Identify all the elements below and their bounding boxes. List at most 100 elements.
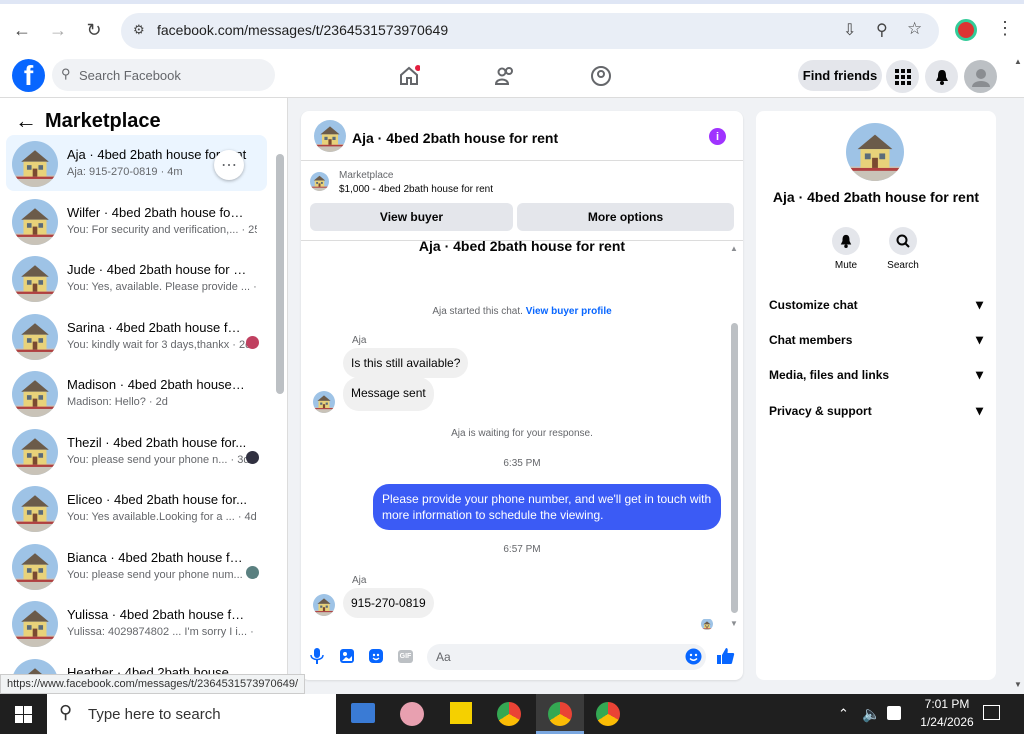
sender-avatar[interactable] bbox=[313, 594, 335, 616]
windows-taskbar: ⚲ Type here to search ⌃ 🔈 7:01 PM 1/24/2… bbox=[0, 694, 1024, 734]
thread-name: Yulissa · 4bed 2bath house for r... bbox=[67, 607, 247, 622]
zoom-icon[interactable]: ⚲ bbox=[876, 20, 888, 40]
chrome-icon[interactable] bbox=[596, 702, 620, 726]
search-conversation-button[interactable] bbox=[889, 227, 917, 255]
taskbar-search-input[interactable]: ⚲ Type here to search bbox=[47, 694, 336, 734]
groups-icon[interactable] bbox=[590, 65, 612, 87]
address-url[interactable]: facebook.com/messages/t/2364531573970649 bbox=[157, 22, 448, 38]
view-buyer-button[interactable]: View buyer bbox=[310, 203, 513, 231]
page-scroll-up-icon[interactable]: ▲ bbox=[1014, 57, 1022, 66]
view-buyer-profile-link[interactable]: View buyer profile bbox=[526, 306, 612, 317]
sticker-icon[interactable] bbox=[368, 648, 384, 664]
chat-started-note: Aja started this chat. View buyer profil… bbox=[301, 306, 743, 317]
thread-avatar bbox=[12, 486, 58, 532]
photo-icon[interactable] bbox=[339, 648, 355, 664]
tray-chevron-icon[interactable]: ⌃ bbox=[838, 706, 849, 722]
bookmark-star-icon[interactable]: ☆ bbox=[907, 19, 922, 39]
details-section[interactable]: Media, files and links ▾ bbox=[769, 366, 983, 382]
home-icon[interactable] bbox=[398, 65, 420, 87]
chrome-active-window[interactable] bbox=[536, 694, 584, 734]
mute-button[interactable] bbox=[832, 227, 860, 255]
message-input[interactable]: Aa bbox=[427, 644, 706, 670]
back-arrow-icon[interactable]: ← bbox=[15, 108, 37, 134]
details-title: Aja · 4bed 2bath house for rent bbox=[772, 189, 980, 205]
chrome-icon[interactable] bbox=[497, 702, 521, 726]
menu-grid-icon[interactable] bbox=[886, 60, 919, 93]
clock-time[interactable]: 7:01 PM bbox=[912, 697, 982, 711]
thread-item[interactable]: Yulissa · 4bed 2bath house for r... Yulis… bbox=[6, 595, 267, 651]
scroll-down-icon[interactable]: ▼ bbox=[730, 619, 738, 628]
bell-icon bbox=[840, 234, 852, 248]
read-receipt-avatar bbox=[246, 450, 259, 464]
microphone-icon[interactable] bbox=[310, 648, 324, 664]
thread-avatar bbox=[12, 428, 58, 475]
site-info-icon[interactable]: ⚙ bbox=[133, 22, 145, 38]
facebook-logo-icon[interactable]: f bbox=[12, 59, 45, 92]
thread-preview: Madison: Hello? · 2d bbox=[67, 396, 168, 408]
chat-details-panel: Aja · 4bed 2bath house for rent Mute Sea… bbox=[756, 111, 996, 680]
facebook-top-nav: f ⚲ Search Facebook Find friends bbox=[0, 53, 1024, 98]
outgoing-message-bubble[interactable]: Please provide your phone number, and we… bbox=[373, 484, 721, 530]
thread-name: Thezil · 4bed 2bath house for... bbox=[67, 434, 247, 450]
details-section[interactable]: Chat members ▾ bbox=[769, 331, 983, 347]
search-input[interactable]: ⚲ Search Facebook bbox=[52, 59, 275, 91]
back-icon[interactable]: ← bbox=[12, 20, 32, 40]
network-icon[interactable] bbox=[887, 706, 901, 720]
emoji-icon[interactable] bbox=[685, 648, 702, 665]
sidebar-scrollbar[interactable] bbox=[276, 154, 284, 394]
sender-avatar[interactable] bbox=[313, 391, 335, 413]
thread-item[interactable]: Thezil · 4bed 2bath house for... You: ple… bbox=[6, 423, 267, 479]
thread-name: Eliceo · 4bed 2bath house for... bbox=[67, 492, 247, 507]
thread-name: Sarina · 4bed 2bath house for... bbox=[67, 319, 247, 335]
gif-icon[interactable]: GIF bbox=[398, 650, 413, 663]
chat-avatar[interactable] bbox=[314, 120, 346, 152]
thread-item[interactable]: Madison · 4bed 2bath house fo... Madison:… bbox=[6, 365, 267, 421]
thumbs-up-icon[interactable] bbox=[716, 647, 735, 665]
volume-icon[interactable]: 🔈 bbox=[862, 705, 881, 723]
waiting-note: Aja is waiting for your response. bbox=[451, 428, 593, 439]
profile-avatar-icon[interactable] bbox=[955, 19, 977, 41]
scroll-up-icon[interactable]: ▲ bbox=[730, 244, 738, 253]
windows-start-icon[interactable] bbox=[15, 706, 32, 723]
menu-dots-icon[interactable]: ⋮ bbox=[996, 18, 1014, 39]
search-icon bbox=[896, 234, 910, 248]
details-section[interactable]: Privacy & support ▾ bbox=[769, 402, 983, 418]
timestamp: 6:57 PM bbox=[503, 544, 541, 555]
details-section[interactable]: Customize chat ▾ bbox=[769, 296, 983, 312]
message-bubble[interactable]: Is this still available? bbox=[343, 348, 469, 378]
forward-icon[interactable]: → bbox=[48, 20, 68, 40]
paint-icon[interactable] bbox=[400, 702, 424, 726]
thread-item[interactable]: Bianca · 4bed 2bath house for r... You: p… bbox=[6, 538, 267, 594]
friends-icon[interactable] bbox=[494, 65, 516, 87]
thread-item[interactable]: Jude · 4bed 2bath house for rent You: Yes… bbox=[6, 250, 267, 306]
file-explorer-icon[interactable] bbox=[351, 703, 375, 723]
page-scroll-down-icon[interactable]: ▼ bbox=[1014, 680, 1022, 689]
chat-scrollbar[interactable] bbox=[731, 323, 738, 613]
find-friends-button[interactable]: Find friends bbox=[798, 60, 882, 91]
notifications-bell-icon[interactable] bbox=[925, 60, 958, 93]
address-bar[interactable]: ⚙ facebook.com/messages/t/23645315739706… bbox=[121, 13, 939, 49]
message-bubble[interactable]: 915-270-0819 bbox=[343, 588, 434, 618]
install-icon[interactable]: ⇩ bbox=[843, 20, 856, 40]
thread-options-button[interactable]: ⋯ bbox=[214, 150, 244, 180]
listing-thumbnail[interactable] bbox=[310, 172, 329, 191]
details-avatar[interactable] bbox=[846, 123, 904, 181]
notification-center-icon[interactable] bbox=[983, 705, 1000, 720]
thread-avatar bbox=[12, 601, 58, 647]
thread-name: Madison · 4bed 2bath house fo... bbox=[67, 377, 247, 392]
listing-title[interactable]: $1,000 - 4bed 2bath house for rent bbox=[339, 184, 493, 195]
account-avatar-icon[interactable] bbox=[964, 60, 997, 93]
chat-title[interactable]: Aja · 4bed 2bath house for rent bbox=[352, 130, 558, 146]
thread-item[interactable]: Eliceo · 4bed 2bath house for... You: Yes… bbox=[6, 480, 267, 536]
thread-avatar bbox=[12, 198, 58, 245]
message-bubble[interactable]: Message sent bbox=[343, 377, 434, 411]
info-icon[interactable]: i bbox=[709, 128, 726, 145]
sticky-notes-icon[interactable] bbox=[450, 702, 472, 724]
thread-item[interactable]: Wilfer · 4bed 2bath house for r... You: F… bbox=[6, 193, 267, 249]
more-options-button[interactable]: More options bbox=[517, 203, 734, 231]
seen-avatar bbox=[701, 618, 713, 630]
reload-icon[interactable]: ↻ bbox=[84, 20, 104, 40]
thread-avatar bbox=[12, 371, 58, 417]
clock-date[interactable]: 1/24/2026 bbox=[912, 715, 982, 729]
thread-item[interactable]: Sarina · 4bed 2bath house for... You: kin… bbox=[6, 308, 267, 364]
